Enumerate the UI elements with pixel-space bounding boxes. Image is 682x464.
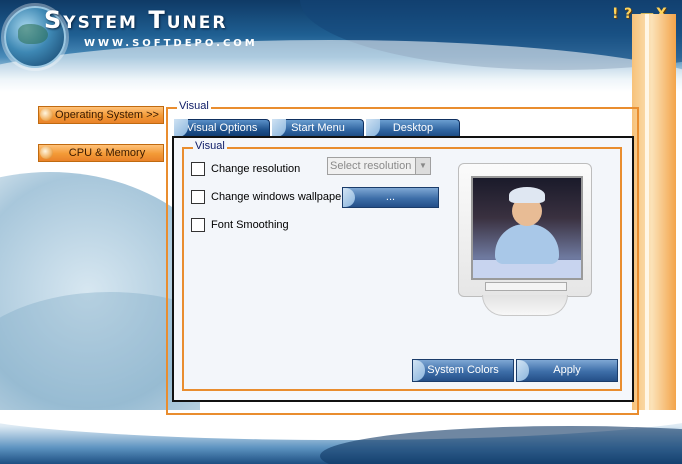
tab-start-menu[interactable]: Start Menu: [272, 119, 364, 137]
about-button[interactable]: ?: [624, 6, 632, 22]
app-subtitle: WWW.SOFTDEPO.COM: [84, 38, 258, 49]
font-smoothing-checkbox[interactable]: [191, 218, 205, 232]
tab-start-menu-label: Start Menu: [291, 122, 345, 134]
wallpaper-preview-image: [471, 176, 583, 280]
bullet-arrow-icon: [40, 146, 53, 159]
system-colors-label: System Colors: [427, 364, 499, 376]
chevron-down-icon: ▼: [415, 158, 430, 174]
system-colors-button[interactable]: System Colors: [412, 359, 514, 382]
apply-button[interactable]: Apply: [516, 359, 618, 382]
change-wallpaper-checkbox[interactable]: [191, 190, 205, 204]
help-button[interactable]: !: [612, 6, 618, 22]
wallpaper-browse-label: ...: [385, 191, 396, 203]
app-title: System Tuner: [44, 6, 228, 34]
change-resolution-label: Change resolution: [211, 163, 301, 175]
nav-operating-system-label: Operating System >>: [55, 109, 159, 121]
tab-desktop-label: Desktop: [392, 122, 434, 134]
wallpaper-preview-monitor-icon: [450, 155, 598, 343]
resolution-select-value: Select resolution: [330, 160, 412, 172]
font-smoothing-label: Font Smoothing: [211, 219, 289, 231]
change-wallpaper-label: Change windows wallpaper: [211, 191, 345, 203]
tab-desktop[interactable]: Desktop: [366, 119, 460, 137]
nav-cpu-memory-label: CPU & Memory: [68, 147, 146, 159]
footer-decor-wave: [0, 410, 682, 464]
resolution-select[interactable]: Select resolution ▼: [327, 157, 431, 175]
tab-visual-options[interactable]: Visual Options: [174, 119, 270, 137]
visual-options-group-legend: Visual: [193, 140, 227, 152]
visual-group-legend: Visual: [177, 100, 211, 112]
nav-cpu-memory[interactable]: CPU & Memory: [38, 144, 164, 162]
nav-operating-system[interactable]: Operating System >>: [38, 106, 164, 124]
bullet-arrow-icon: [40, 108, 53, 121]
tab-visual-options-label: Visual Options: [186, 122, 258, 134]
apply-label: Apply: [553, 364, 581, 376]
wallpaper-browse-button[interactable]: ...: [342, 187, 439, 208]
change-resolution-checkbox[interactable]: [191, 162, 205, 176]
